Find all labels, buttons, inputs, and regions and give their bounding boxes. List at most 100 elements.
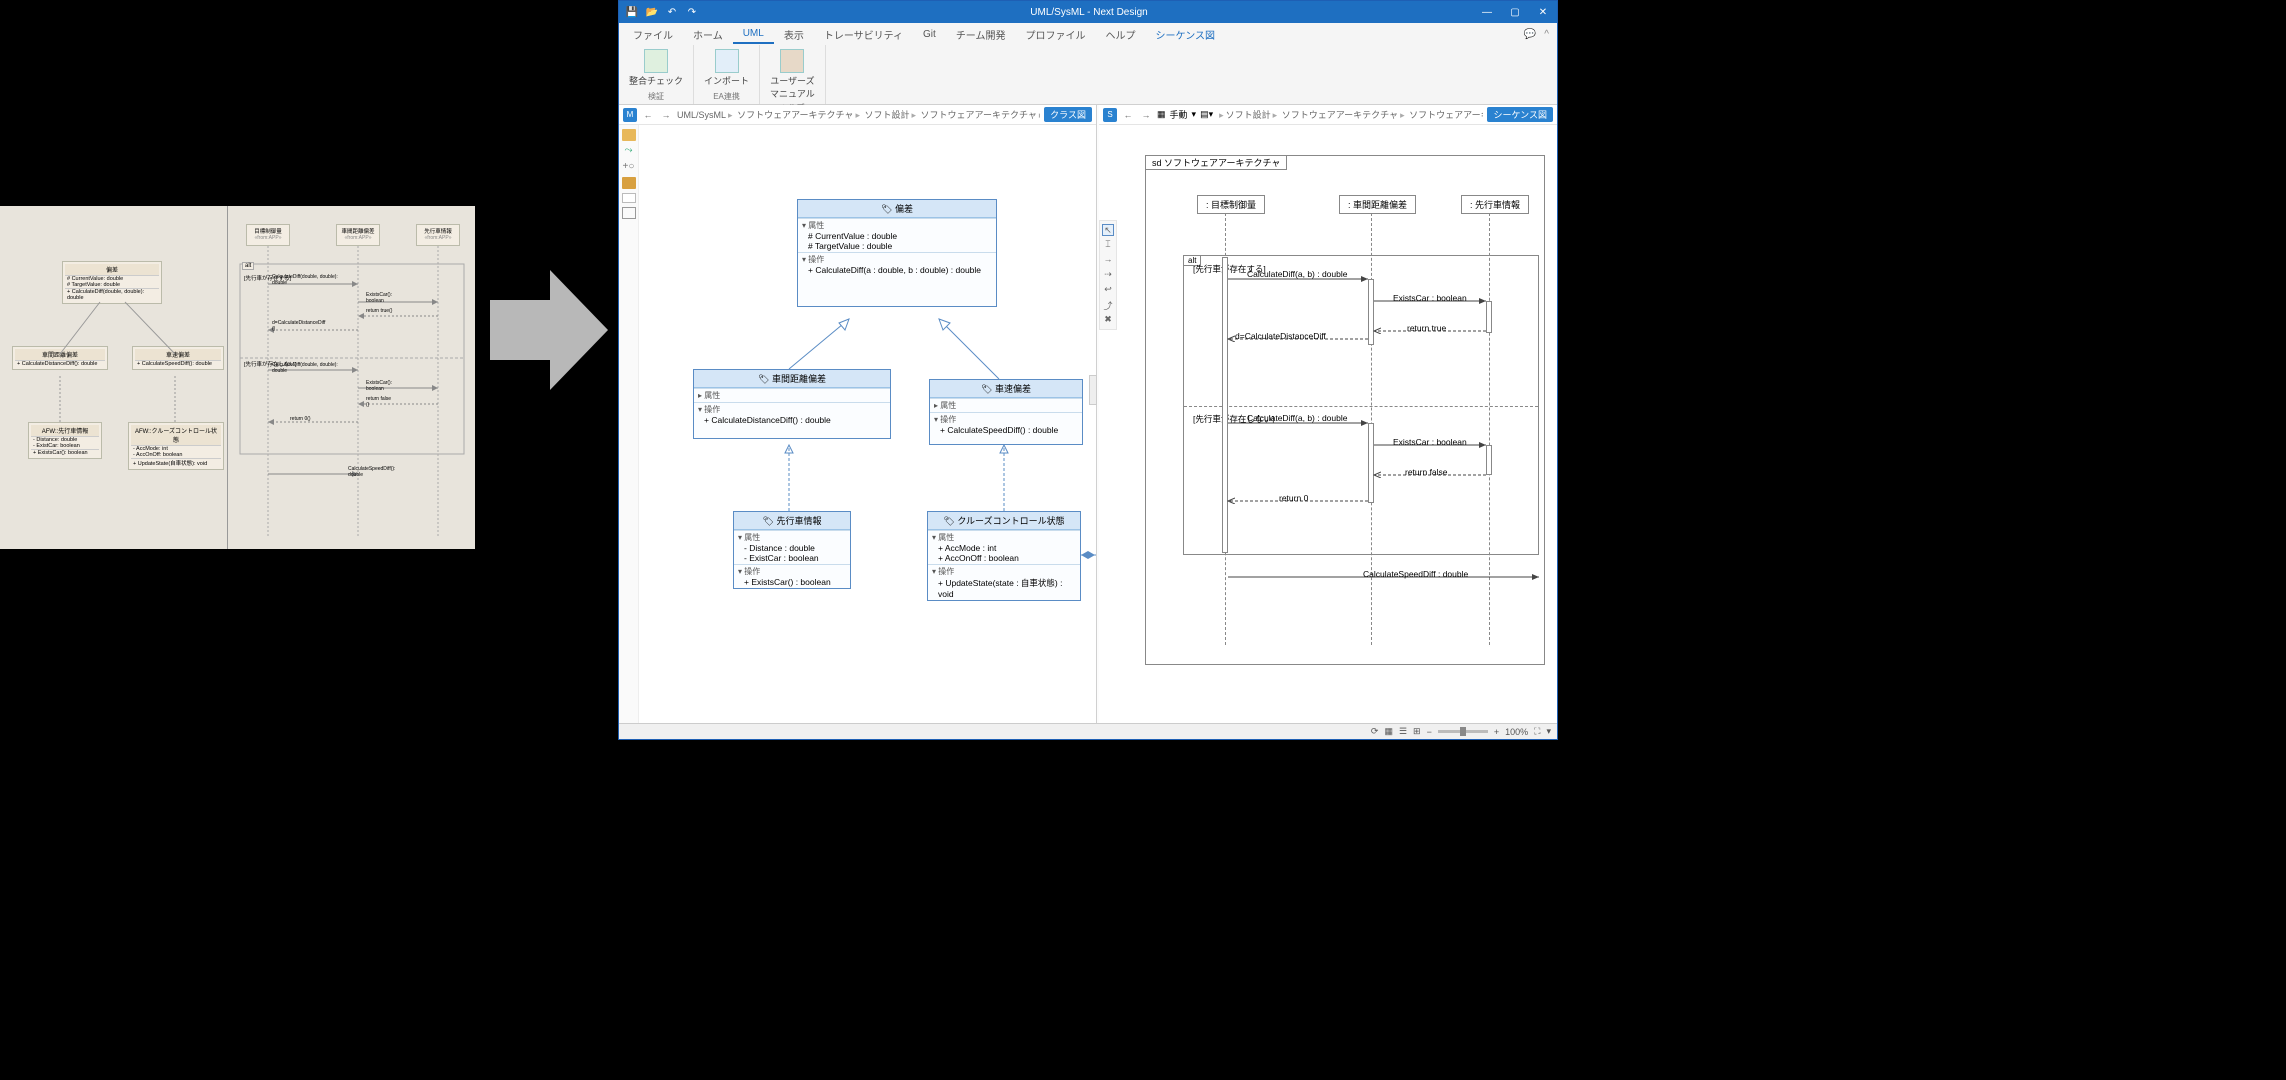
menu-profile[interactable]: プロファイル bbox=[1016, 24, 1096, 45]
class-deviation[interactable]: 🏷 偏差 ▾ 属性 # CurrentValue : double # Targ… bbox=[797, 199, 997, 307]
msg-ddiff: d=CalculateDistanceDiff bbox=[1235, 331, 1326, 341]
thumb-class-diagram: 偏差 # CurrentValue: double # TargetValue:… bbox=[0, 206, 228, 549]
menu-help[interactable]: ヘルプ bbox=[1096, 24, 1146, 45]
diagram-type-badge: クラス図 bbox=[1044, 107, 1092, 122]
msg-r0: return 0 bbox=[1279, 493, 1308, 503]
chevron-down-icon[interactable]: ▾ bbox=[1192, 109, 1197, 120]
tool-add[interactable]: +○ bbox=[622, 161, 636, 173]
tool-return-msg[interactable]: ⇢ bbox=[1102, 269, 1114, 281]
manual-button[interactable]: ユーザーズ マニュアル bbox=[768, 47, 817, 102]
zoom-slider[interactable] bbox=[1438, 730, 1488, 733]
nav-back-r[interactable]: ← bbox=[1121, 110, 1135, 120]
tool-link[interactable]: ⤳ bbox=[622, 145, 636, 157]
msg-exists: ExistsCar : boolean bbox=[1393, 293, 1467, 303]
redo-icon[interactable]: ↷ bbox=[685, 5, 699, 19]
save-icon[interactable]: 💾 bbox=[625, 5, 639, 19]
tool-pointer[interactable]: ↖ bbox=[1102, 224, 1114, 236]
sequence-diagram-pane: S ← → ▦ 手動 ▾ ▤▾ ▸ソフト設計▸ ソフトウェアアーキテクチャ▸ ソ… bbox=[1099, 105, 1557, 723]
source-thumbnail: 偏差 # CurrentValue: double # TargetValue:… bbox=[0, 206, 475, 549]
menu-file[interactable]: ファイル bbox=[623, 24, 683, 45]
class-icon: 🏷 bbox=[981, 384, 995, 394]
tool-self-msg[interactable]: ⤴ bbox=[1102, 299, 1114, 311]
menubar: ファイル ホーム UML 表示 トレーサビリティ Git チーム開発 プロファイ… bbox=[619, 23, 1557, 45]
lifeline-head-leadcar[interactable]: : 先行車情報 bbox=[1461, 195, 1529, 214]
breadcrumb-right[interactable]: ▸ソフト設計▸ ソフトウェアアーキテクチャ▸ ソフトウェアアーキテクチャ bbox=[1217, 108, 1483, 121]
sd-frame-label: sd ソフトウェアアーキテクチャ bbox=[1145, 155, 1287, 170]
layout-mode[interactable]: 手動 bbox=[1170, 108, 1188, 121]
class-leadcar-info[interactable]: 🏷 先行車情報 ▾ 属性 - Distance : double - Exist… bbox=[733, 511, 851, 589]
msg-exists2: ExistsCar : boolean bbox=[1393, 437, 1467, 447]
class-diagram-canvas[interactable]: 🏷 偏差 ▾ 属性 # CurrentValue : double # Targ… bbox=[639, 125, 1096, 723]
zoom-value: 100% bbox=[1505, 727, 1528, 737]
activation-1 bbox=[1222, 257, 1228, 553]
menu-sequence[interactable]: シーケンス図 bbox=[1146, 24, 1226, 45]
nav-back[interactable]: ← bbox=[641, 110, 655, 120]
thumb-sequence-diagram: 目標制御量«from:APP» 車間距離偏差«from:APP» 先行車情報«f… bbox=[228, 206, 475, 549]
zoom-fit-icon[interactable]: ⛶ bbox=[1534, 726, 1540, 737]
comment-icon[interactable]: 💬 bbox=[1520, 29, 1540, 40]
tool-delete[interactable]: ✖ bbox=[1102, 314, 1114, 326]
msg-rfalse: return false bbox=[1405, 467, 1448, 477]
class-distance-deviation[interactable]: 🏷 車間距離偏差 ▸ 属性 ▾ 操作 + CalculateDistanceDi… bbox=[693, 369, 891, 439]
check-button[interactable]: 整合チェック bbox=[627, 47, 685, 89]
tool-folder[interactable] bbox=[622, 129, 636, 141]
alt-frame[interactable]: alt bbox=[1183, 255, 1539, 555]
import-icon bbox=[715, 49, 739, 73]
undo-icon[interactable]: ↶ bbox=[665, 5, 679, 19]
class-icon: 🏷 bbox=[763, 516, 777, 526]
activation-2b bbox=[1368, 423, 1374, 503]
class-cruise-state[interactable]: 🏷 クルーズコントロール状態 ▾ 属性 + AccMode : int + Ac… bbox=[927, 511, 1081, 601]
ribbon: 整合チェック 検証 インポート EA連携 ユーザーズ マニュアル ヘルプ bbox=[619, 45, 1557, 105]
activation-3a bbox=[1486, 301, 1492, 333]
lifeline-head-distance[interactable]: : 車間距離偏差 bbox=[1339, 195, 1416, 214]
status-icon3[interactable]: ☰ bbox=[1399, 726, 1407, 737]
more-icon[interactable]: ▾ bbox=[1546, 726, 1551, 737]
menu-home[interactable]: ホーム bbox=[683, 24, 733, 45]
msg-calc1: CalculateDiff(a, b) : double bbox=[1247, 269, 1347, 279]
status-icon[interactable]: ⟳ bbox=[1371, 726, 1379, 737]
thumb-class-lines bbox=[0, 206, 227, 549]
status-grid-icon[interactable]: ⊞ bbox=[1413, 726, 1421, 737]
book-icon bbox=[780, 49, 804, 73]
nav-fwd[interactable]: → bbox=[659, 110, 673, 120]
breadcrumb-left[interactable]: UML/SysML▸ ソフトウェアアーキテクチャ▸ ソフト設計▸ ソフトウェアア… bbox=[677, 108, 1040, 121]
open-icon[interactable]: 📂 bbox=[645, 5, 659, 19]
diagram-type-badge-r: シーケンス図 bbox=[1487, 107, 1553, 122]
minimize-button[interactable]: — bbox=[1473, 1, 1501, 23]
menu-trace[interactable]: トレーサビリティ bbox=[814, 24, 913, 45]
close-button[interactable]: ✕ bbox=[1529, 1, 1557, 23]
nav-fwd-r[interactable]: → bbox=[1139, 110, 1153, 120]
pane-badge-s: S bbox=[1103, 108, 1117, 122]
splitter-handle[interactable] bbox=[1089, 375, 1097, 405]
class-icon: 🏷 bbox=[881, 204, 895, 214]
titlebar: 💾 📂 ↶ ↷ UML/SysML - Next Design — ▢ ✕ bbox=[619, 1, 1557, 23]
import-button[interactable]: インポート bbox=[702, 47, 751, 89]
zoom-in[interactable]: + bbox=[1494, 727, 1499, 737]
collapse-ribbon-icon[interactable]: ^ bbox=[1540, 29, 1553, 40]
layout-compact-icon[interactable]: ▤▾ bbox=[1200, 109, 1213, 120]
zoom-out[interactable]: − bbox=[1427, 727, 1432, 737]
content-area: M ← → UML/SysML▸ ソフトウェアアーキテクチャ▸ ソフト設計▸ ソ… bbox=[619, 105, 1557, 723]
transition-arrow bbox=[490, 260, 610, 400]
menu-view[interactable]: 表示 bbox=[774, 24, 814, 45]
class-toolstrip: ⤳ +○ bbox=[619, 125, 639, 723]
class-speed-deviation[interactable]: 🏷 車速偏差 ▸ 属性 ▾ 操作 + CalculateSpeedDiff() … bbox=[929, 379, 1083, 445]
tool-folder2[interactable] bbox=[622, 177, 636, 189]
tool-page[interactable] bbox=[622, 193, 636, 203]
msg-rtrue: return true bbox=[1407, 323, 1446, 333]
sequence-diagram-canvas[interactable]: sd ソフトウェアアーキテクチャ : 目標制御量 : 車間距離偏差 : 先行車情… bbox=[1099, 125, 1557, 723]
layout-icon[interactable]: ▦ bbox=[1157, 109, 1166, 120]
class-icon: 🏷 bbox=[758, 374, 772, 384]
tool-rect[interactable] bbox=[622, 207, 636, 219]
lifeline-head-target[interactable]: : 目標制御量 bbox=[1197, 195, 1265, 214]
maximize-button[interactable]: ▢ bbox=[1501, 1, 1529, 23]
tool-sync-msg[interactable]: → bbox=[1102, 254, 1114, 266]
status-icon2[interactable]: ▦ bbox=[1384, 726, 1393, 737]
menu-git[interactable]: Git bbox=[913, 26, 946, 43]
seq-toolstrip: ↖ ⌶ → ⇢ ↩ ⤴ ✖ bbox=[1099, 220, 1117, 330]
pane-badge-m: M bbox=[623, 108, 637, 122]
menu-uml[interactable]: UML bbox=[733, 25, 774, 44]
tool-lifeline[interactable]: ⌶ bbox=[1102, 239, 1114, 251]
menu-team[interactable]: チーム開発 bbox=[946, 24, 1016, 45]
tool-async-msg[interactable]: ↩ bbox=[1102, 284, 1114, 296]
